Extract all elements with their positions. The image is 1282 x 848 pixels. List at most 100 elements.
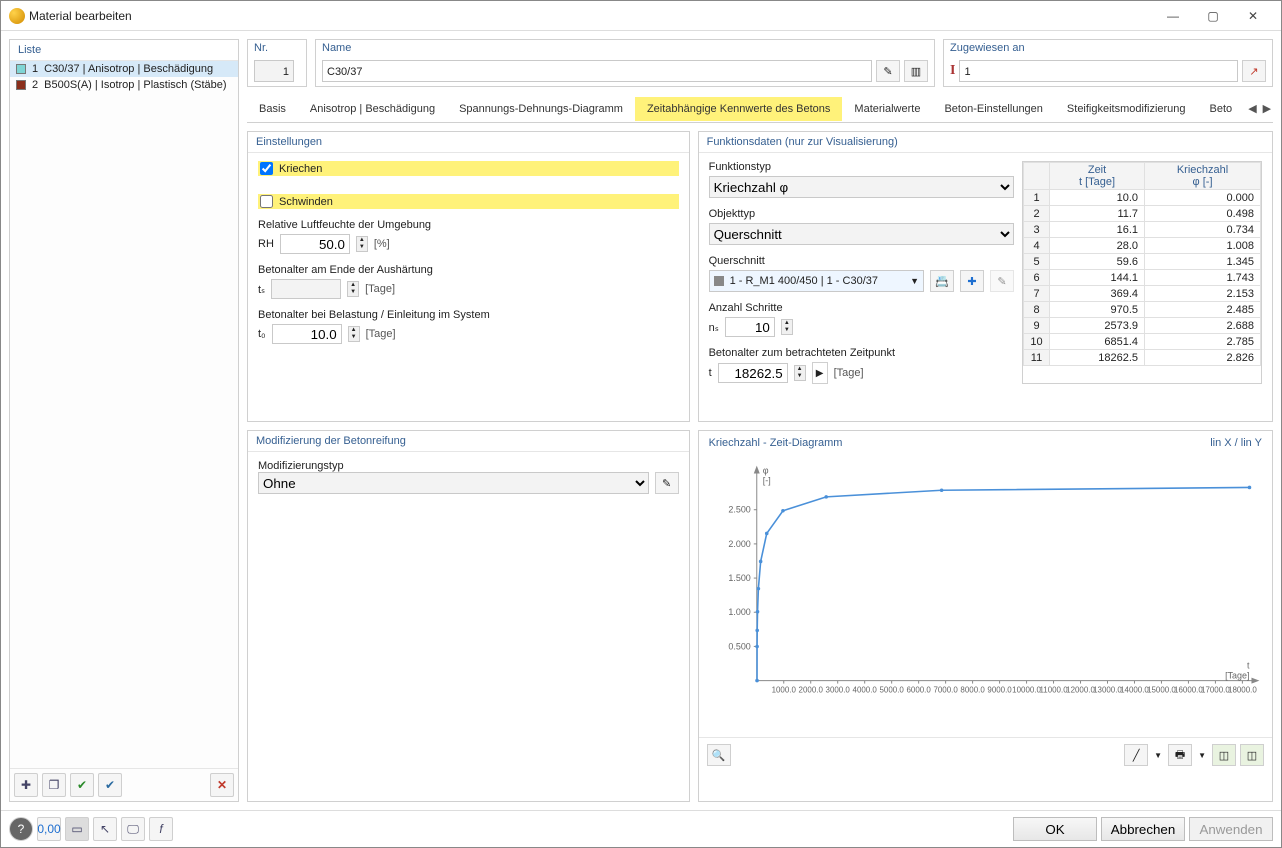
- tab-stress-strain[interactable]: Spannungs-Dehnungs-Diagramm: [447, 97, 635, 121]
- tab-basis[interactable]: Basis: [247, 97, 298, 121]
- dropdown-icon[interactable]: ▼: [1152, 751, 1164, 760]
- checkbox-kriechen[interactable]: Kriechen: [258, 161, 679, 176]
- t-max-button[interactable]: ▶: [812, 362, 828, 384]
- svg-text:[Tage]: [Tage]: [1225, 671, 1249, 681]
- mod-title: Modifizierung der Betonreifung: [248, 431, 689, 452]
- t-stepper[interactable]: ▲▼: [794, 365, 806, 381]
- table-row[interactable]: 559.61.345: [1024, 254, 1261, 270]
- view-grey-button[interactable]: ▭: [65, 817, 89, 841]
- chart-window1-button[interactable]: ◫: [1212, 744, 1236, 766]
- t0-input[interactable]: [272, 324, 342, 344]
- check-blue-button[interactable]: ✔: [98, 773, 122, 797]
- ns-symbol: nₛ: [709, 321, 719, 334]
- svg-text:11000.0: 11000.0: [1039, 686, 1068, 695]
- units-button[interactable]: 0,00: [37, 817, 61, 841]
- table-row[interactable]: 428.01.008: [1024, 238, 1261, 254]
- modification-section: Modifizierung der Betonreifung Modifizie…: [247, 430, 690, 802]
- ftype-select[interactable]: Kriechzahl φ: [709, 176, 1014, 198]
- table-row[interactable]: 7369.42.153: [1024, 286, 1261, 302]
- cs-library-button[interactable]: 📇: [930, 270, 954, 292]
- view-function-button[interactable]: f: [149, 817, 173, 841]
- rh-stepper[interactable]: ▲▼: [356, 236, 368, 252]
- svg-text:2000.0: 2000.0: [798, 686, 823, 695]
- check-green-button[interactable]: ✔: [70, 773, 94, 797]
- table-row[interactable]: 8970.52.485: [1024, 302, 1261, 318]
- view-display-button[interactable]: 🖵: [121, 817, 145, 841]
- new-item-button[interactable]: ✚: [14, 773, 38, 797]
- chart-inspect-button[interactable]: 🔍: [707, 744, 731, 766]
- table-row[interactable]: 211.70.498: [1024, 206, 1261, 222]
- assign-field[interactable]: 1: [959, 60, 1238, 82]
- table-row[interactable]: 6144.11.743: [1024, 270, 1261, 286]
- tab-scroll-right-icon[interactable]: ▶: [1263, 102, 1271, 115]
- ts-unit: [Tage]: [365, 283, 395, 295]
- delete-item-button[interactable]: ✕: [210, 773, 234, 797]
- dropdown-icon[interactable]: ▼: [1196, 751, 1208, 760]
- window-title: Material bearbeiten: [25, 9, 1153, 23]
- chart-title: Kriechzahl - Zeit-Diagramm: [709, 437, 843, 449]
- maximize-button[interactable]: ▢: [1193, 2, 1233, 30]
- col-time-label: Zeit: [1056, 164, 1138, 176]
- list-item[interactable]: 2 B500S(A) | Isotrop | Plastisch (Stäbe): [10, 77, 238, 93]
- table-row[interactable]: 92573.92.688: [1024, 318, 1261, 334]
- table-row[interactable]: 106851.42.785: [1024, 334, 1261, 350]
- view-pick-button[interactable]: ↖: [93, 817, 117, 841]
- t-symbol: t: [709, 367, 712, 379]
- ok-button[interactable]: OK: [1013, 817, 1097, 841]
- edit-name-button[interactable]: ✎: [876, 60, 900, 82]
- rh-input[interactable]: [280, 234, 350, 254]
- tab-concrete-settings[interactable]: Beton-Einstellungen: [932, 97, 1054, 121]
- main-area: Nr. 1 Name C30/37 ✎ ▥ Zugewiesen an I 1: [247, 39, 1273, 802]
- tab-more[interactable]: Beto: [1198, 97, 1245, 121]
- kriechen-input[interactable]: [260, 162, 273, 175]
- tab-stiffness-mod[interactable]: Steifigkeitsmodifizierung: [1055, 97, 1198, 121]
- cs-label: Querschnitt: [709, 255, 1014, 267]
- table-row[interactable]: 316.10.734: [1024, 222, 1261, 238]
- chevron-down-icon: ▼: [910, 272, 919, 290]
- svg-text:4000.0: 4000.0: [852, 686, 877, 695]
- t0-unit: [Tage]: [366, 328, 396, 340]
- table-row[interactable]: 1118262.52.826: [1024, 350, 1261, 366]
- mtype-select[interactable]: Ohne: [258, 472, 649, 494]
- schwinden-input[interactable]: [260, 195, 273, 208]
- copy-item-button[interactable]: ❐: [42, 773, 66, 797]
- name-field[interactable]: C30/37: [322, 60, 872, 82]
- t-input[interactable]: [718, 363, 788, 383]
- tab-material-values[interactable]: Materialwerte: [842, 97, 932, 121]
- nr-field[interactable]: 1: [254, 60, 294, 82]
- otype-select[interactable]: Querschnitt: [709, 223, 1014, 245]
- pick-assign-button[interactable]: ↗: [1242, 60, 1266, 82]
- help-button[interactable]: ?: [9, 817, 33, 841]
- mtype-edit-button[interactable]: ✎: [655, 472, 679, 494]
- tab-scroll-left-icon[interactable]: ◀: [1248, 102, 1256, 115]
- ts-label: Betonalter am Ende der Aushärtung: [258, 264, 679, 276]
- list-header: Liste: [10, 40, 238, 61]
- cancel-button[interactable]: Abbrechen: [1101, 817, 1185, 841]
- cs-edit-button[interactable]: ✎: [990, 270, 1014, 292]
- chart-print-button[interactable]: 🖶: [1168, 744, 1192, 766]
- svg-text:18000.0: 18000.0: [1228, 686, 1257, 695]
- cs-select[interactable]: 1 - R_M1 400/450 | 1 - C30/37 ▼: [709, 270, 924, 292]
- svg-text:3000.0: 3000.0: [825, 686, 850, 695]
- ftype-label: Funktionstyp: [709, 161, 1014, 173]
- schwinden-label: Schwinden: [279, 196, 333, 208]
- tab-anisotrop[interactable]: Anisotrop | Beschädigung: [298, 97, 447, 121]
- ns-label: Anzahl Schritte: [709, 302, 1014, 314]
- minimize-button[interactable]: —: [1153, 2, 1193, 30]
- t0-stepper[interactable]: ▲▼: [348, 326, 360, 342]
- chart-window2-button[interactable]: ◫: [1240, 744, 1264, 766]
- list-items: 1 C30/37 | Anisotrop | Beschädigung 2 B5…: [10, 61, 238, 768]
- checkbox-schwinden[interactable]: Schwinden: [258, 194, 679, 209]
- kriechen-label: Kriechen: [279, 163, 322, 175]
- chart-axes-button[interactable]: ╱: [1124, 744, 1148, 766]
- close-button[interactable]: ✕: [1233, 2, 1273, 30]
- svg-text:5000.0: 5000.0: [879, 686, 904, 695]
- library-button[interactable]: ▥: [904, 60, 928, 82]
- cs-new-button[interactable]: ✚: [960, 270, 984, 292]
- ns-input[interactable]: [725, 317, 775, 337]
- tab-time-dependent[interactable]: Zeitabhängige Kennwerte des Betons: [635, 97, 842, 121]
- list-item[interactable]: 1 C30/37 | Anisotrop | Beschädigung: [10, 61, 238, 77]
- ns-stepper[interactable]: ▲▼: [781, 319, 793, 335]
- result-table: Zeitt [Tage] Kriechzahlφ [-] 110.00.0002…: [1022, 161, 1262, 384]
- table-row[interactable]: 110.00.000: [1024, 190, 1261, 206]
